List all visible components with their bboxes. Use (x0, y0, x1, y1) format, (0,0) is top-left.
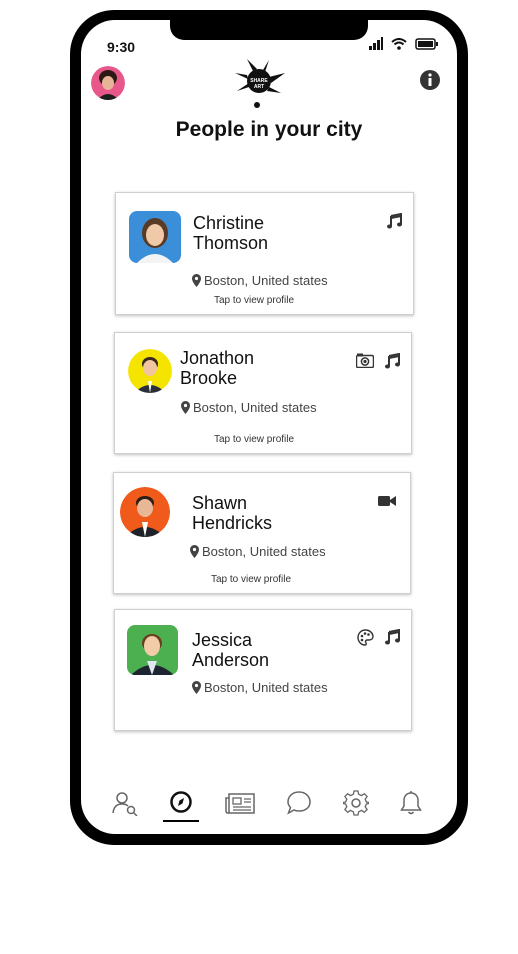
phone-frame: 9:30 SHARE ART People in your city Chris… (70, 10, 468, 845)
active-tab-indicator (163, 820, 199, 822)
music-icon (385, 629, 400, 645)
location-text: Boston, United states (204, 680, 328, 695)
status-time: 9:30 (107, 39, 136, 55)
compass-icon[interactable] (169, 790, 193, 819)
last-name: Brooke (180, 368, 238, 388)
person-name: Christine Thomson (193, 213, 268, 253)
status-icons (369, 37, 439, 50)
tap-to-view-link[interactable]: Tap to view profile (211, 574, 291, 585)
person-card[interactable]: Shawn Hendricks Boston, United states Ta… (113, 472, 411, 594)
interest-icons (378, 495, 396, 507)
interest-icons (386, 213, 402, 229)
first-name: Christine (193, 213, 265, 233)
bottom-nav (81, 790, 457, 830)
bell-icon[interactable] (400, 790, 422, 821)
location-pin-icon (190, 545, 199, 558)
person-name: Jonathon Brooke (180, 348, 254, 388)
battery-icon (415, 37, 438, 50)
screen: 9:30 SHARE ART People in your city Chris… (81, 20, 457, 834)
first-name: Jonathon (180, 348, 255, 368)
signal-icon (369, 37, 383, 50)
person-location: Boston, United states (190, 544, 326, 559)
chat-icon[interactable] (286, 790, 312, 821)
palette-icon (357, 629, 374, 646)
user-avatar[interactable] (91, 66, 125, 100)
interest-icons (357, 629, 400, 646)
last-name: Thomson (193, 233, 269, 253)
person-card[interactable]: Jessica Anderson Boston, United states (114, 609, 412, 731)
person-card[interactable]: Jonathon Brooke Boston, United states Ta… (114, 332, 412, 454)
person-location: Boston, United states (181, 400, 317, 415)
video-icon (378, 496, 396, 506)
info-icon[interactable] (419, 69, 441, 96)
location-pin-icon (192, 274, 201, 287)
tap-to-view-link[interactable]: Tap to view profile (214, 295, 294, 306)
person-name: Jessica Anderson (192, 630, 269, 670)
person-photo (129, 211, 181, 263)
music-icon (385, 353, 400, 369)
person-photo (120, 487, 170, 537)
music-icon (387, 213, 402, 229)
first-name: Shawn (192, 493, 248, 513)
person-card[interactable]: Christine Thomson Boston, United states (115, 192, 414, 315)
location-text: Boston, United states (202, 544, 326, 559)
settings-icon[interactable] (342, 790, 370, 821)
location-pin-icon (192, 681, 201, 694)
notch (170, 20, 368, 40)
page-title: People in your city (175, 118, 363, 141)
app-logo: SHARE ART (233, 57, 289, 111)
person-location: Boston, United states (192, 273, 328, 288)
location-text: Boston, United states (193, 400, 317, 415)
person-location: Boston, United states (192, 680, 328, 695)
last-name: Anderson (192, 650, 270, 670)
wifi-icon (391, 37, 407, 50)
person-name: Shawn Hendricks (192, 493, 272, 533)
first-name: Jessica (192, 630, 253, 650)
person-photo (127, 625, 178, 675)
profile-search-icon[interactable] (112, 790, 138, 821)
interest-icons (356, 353, 400, 369)
location-text: Boston, United states (204, 273, 328, 288)
camera-icon (356, 353, 374, 368)
person-photo (128, 349, 172, 393)
location-pin-icon (181, 401, 190, 414)
newspaper-icon[interactable] (225, 792, 255, 819)
svg-text:ART: ART (254, 84, 264, 90)
last-name: Hendricks (192, 513, 273, 533)
tap-to-view-link[interactable]: Tap to view profile (214, 434, 294, 445)
